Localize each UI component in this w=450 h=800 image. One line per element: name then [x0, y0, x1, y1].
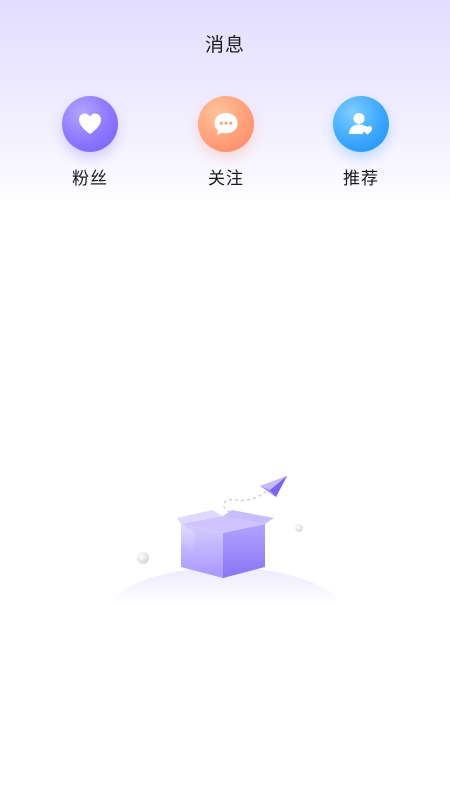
open-box [177, 510, 274, 578]
fans-label: 粉丝 [72, 169, 108, 189]
chat-bubble-icon [214, 113, 238, 135]
empty-box-paper-plane-icon [108, 476, 342, 605]
page-title: 消息 [204, 34, 245, 56]
follow-icon-button[interactable] [198, 96, 254, 152]
recommend-icon-button[interactable] [333, 96, 389, 152]
fans-icon-button[interactable] [62, 96, 118, 152]
ball-left [137, 552, 149, 564]
recommend-label: 推荐 [343, 169, 379, 189]
follow-entry[interactable]: 关注 [186, 96, 266, 189]
fans-entry[interactable]: 粉丝 [50, 96, 130, 189]
ball-right [295, 524, 303, 532]
heart-icon [79, 113, 101, 134]
follow-label: 关注 [208, 169, 244, 189]
recommend-entry[interactable]: 推荐 [321, 96, 401, 189]
user-heart-icon [349, 113, 372, 135]
paper-plane [260, 476, 287, 497]
flight-path [223, 487, 271, 513]
